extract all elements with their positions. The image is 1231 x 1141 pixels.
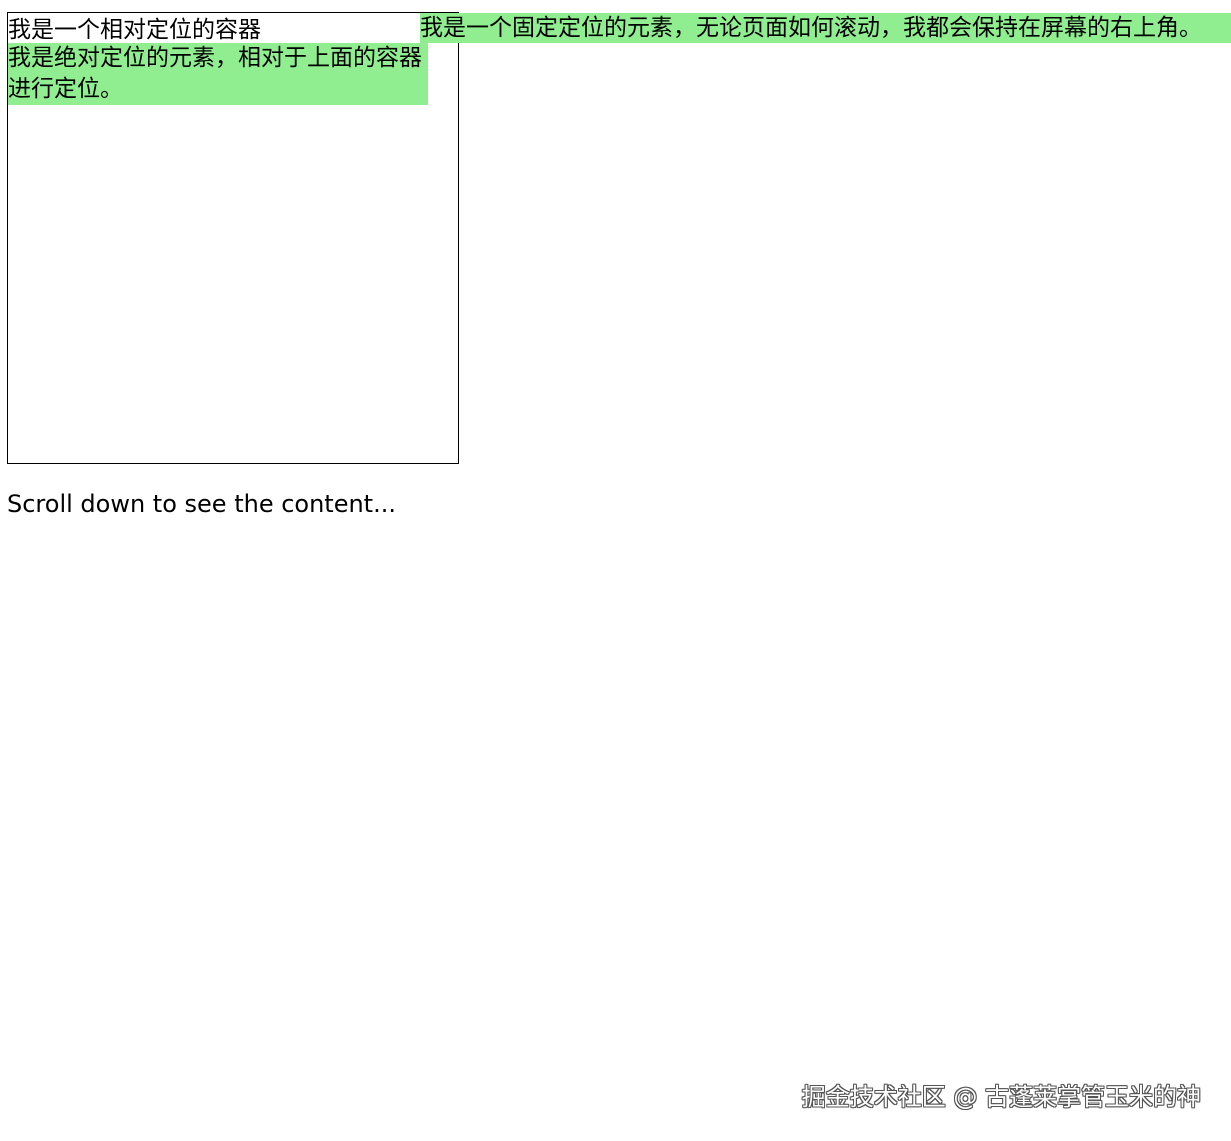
scroll-hint-text: Scroll down to see the content... bbox=[7, 490, 396, 518]
relative-container-label: 我是一个相对定位的容器 bbox=[8, 17, 261, 43]
watermark: 掘金技术社区 @ 古蓬莱掌管玉米的神 bbox=[801, 1083, 1201, 1111]
fixed-positioned-box: 我是一个固定定位的元素，无论页面如何滚动，我都会保持在屏幕的右上角。 bbox=[420, 13, 1231, 43]
absolute-positioned-box: 我是绝对定位的元素，相对于上面的容器进行定位。 bbox=[8, 43, 428, 105]
relative-container: 我是一个相对定位的容器 我是绝对定位的元素，相对于上面的容器进行定位。 bbox=[7, 12, 459, 464]
